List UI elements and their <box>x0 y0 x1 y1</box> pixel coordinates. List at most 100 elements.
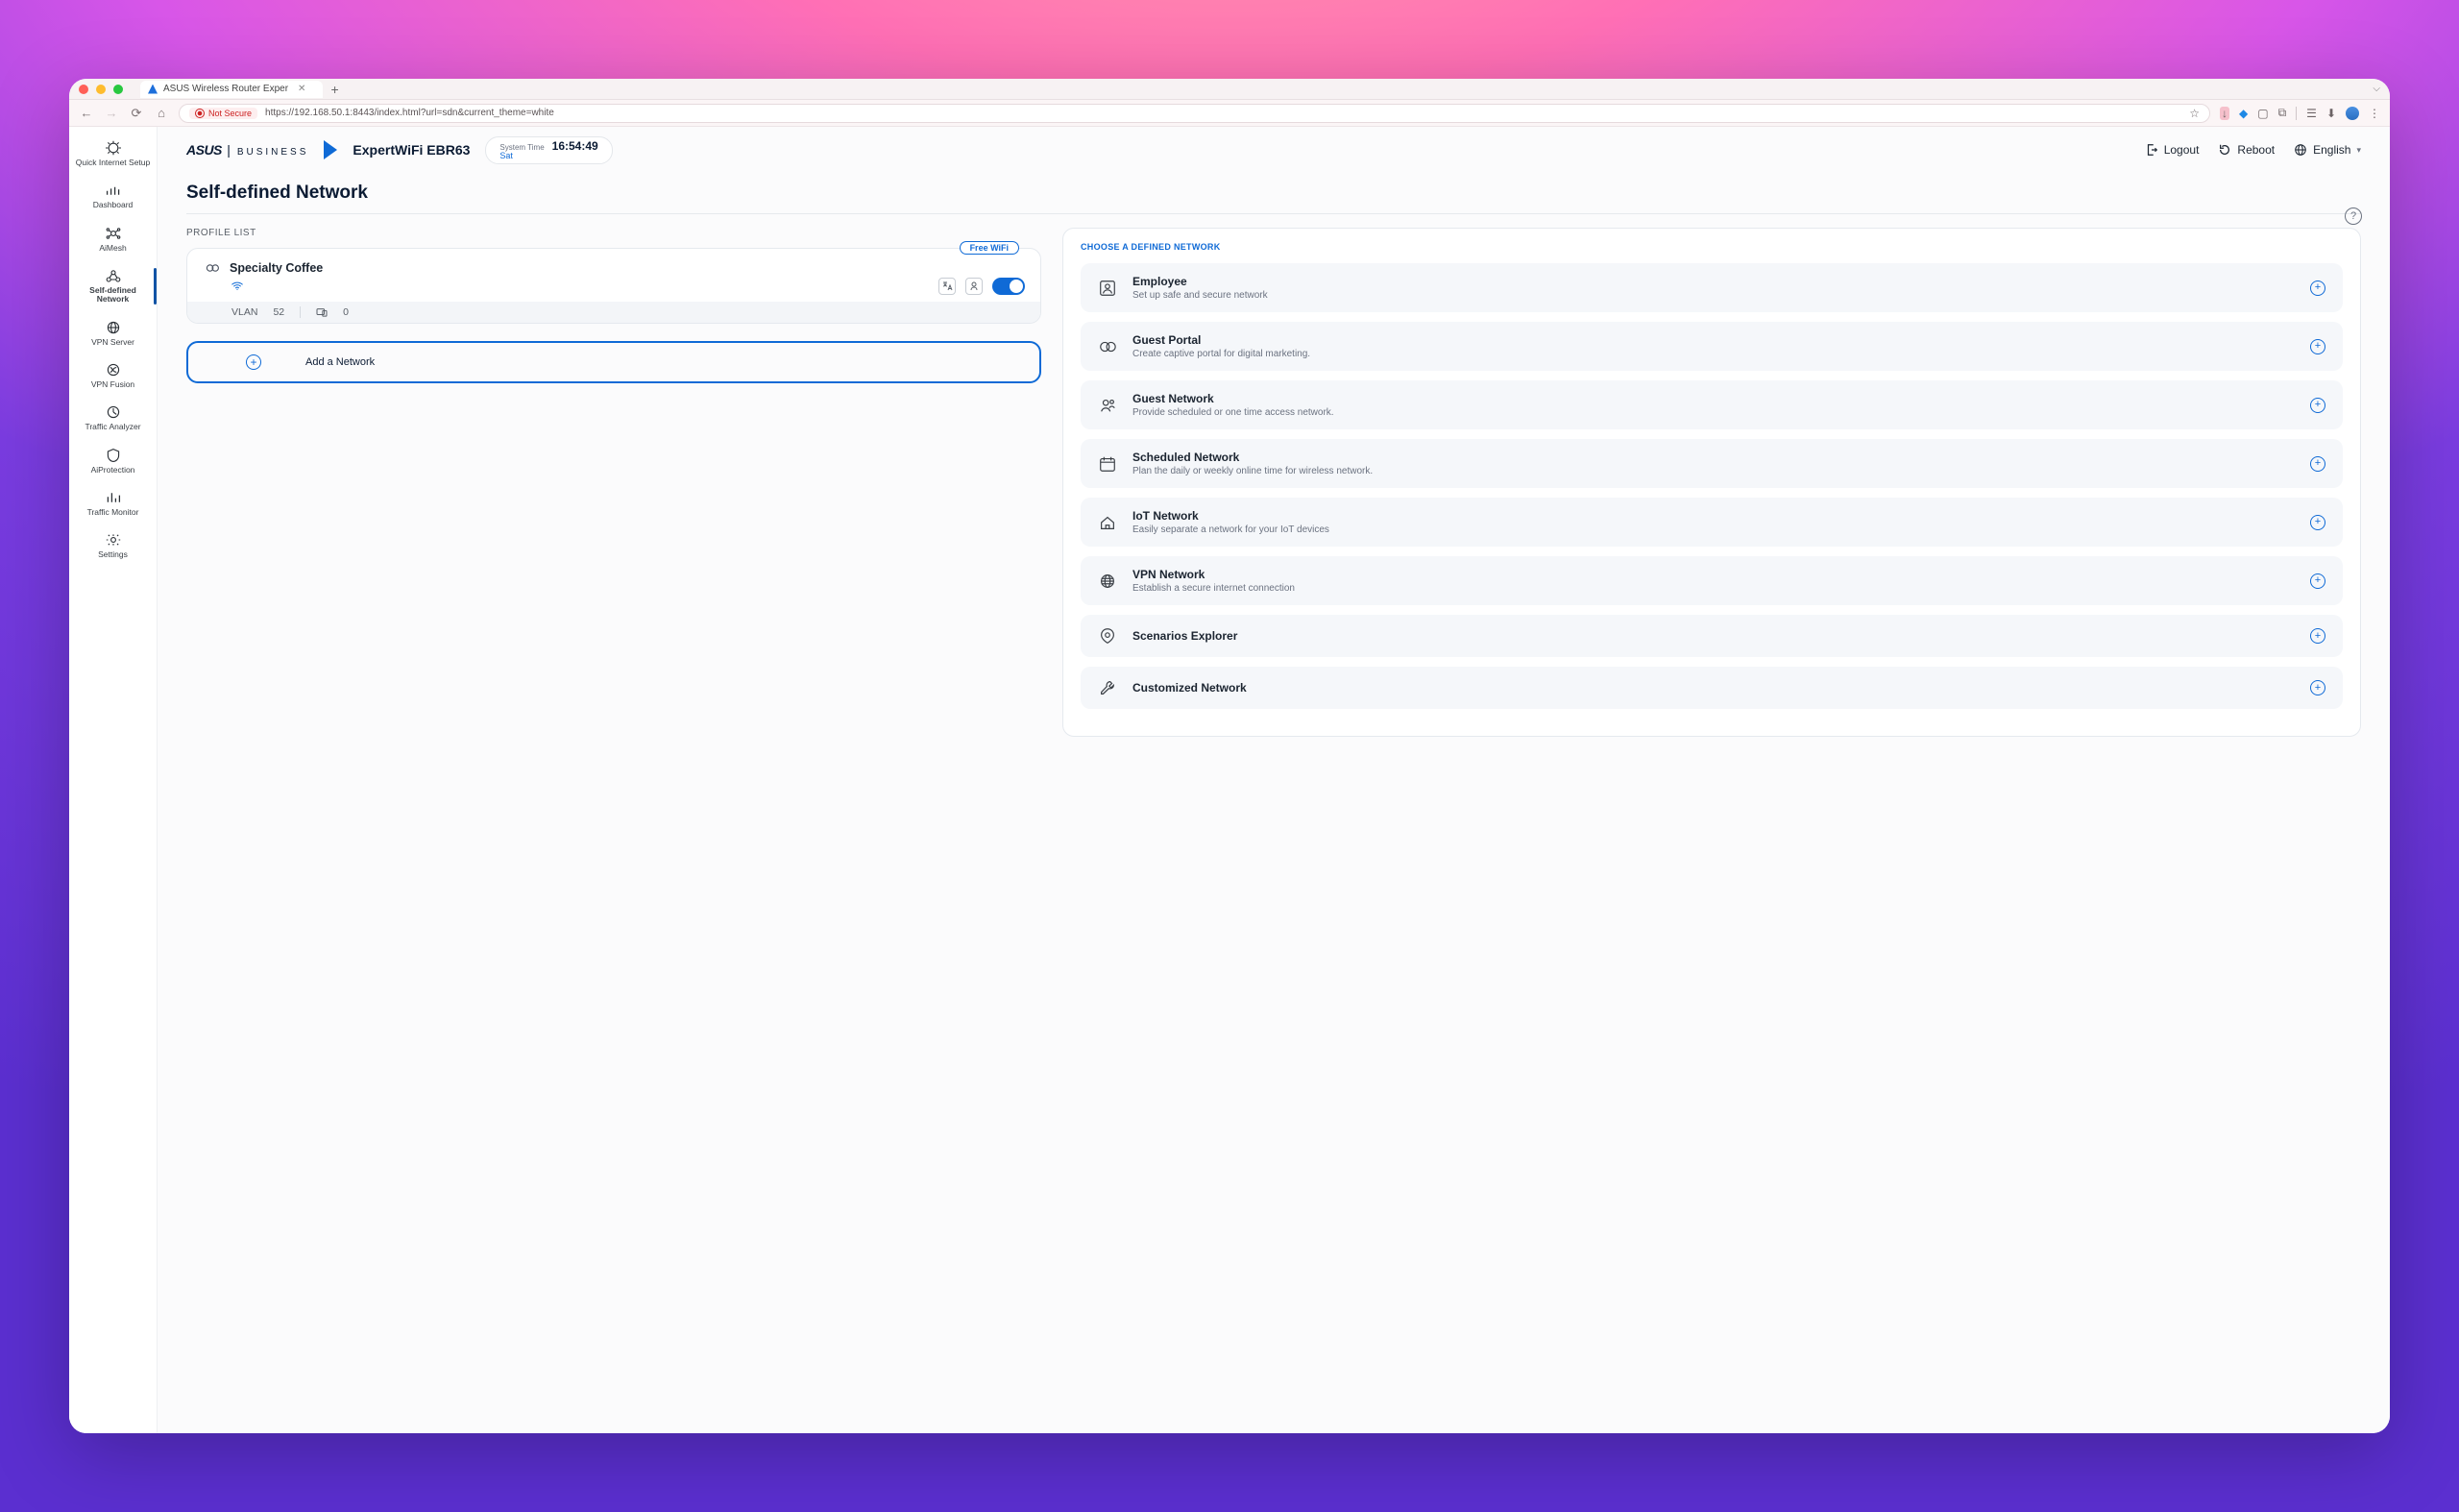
guest-portal-icon <box>1098 337 1117 356</box>
sidebar-item-label: Traffic Analyzer <box>85 423 140 431</box>
language-select[interactable]: English ▾ <box>2294 143 2361 157</box>
sidebar-item-label: Traffic Monitor <box>87 508 139 517</box>
new-tab-button[interactable]: + <box>330 83 338 96</box>
nav-reload-button[interactable]: ⟳ <box>129 106 144 121</box>
self-defined-network-icon <box>104 268 123 283</box>
sidebar-item-label: VPN Fusion <box>91 380 134 389</box>
profile-toggle[interactable] <box>992 278 1025 295</box>
brand-logo: ASUS | BUSINESS <box>186 142 308 158</box>
systime-day: Sat <box>499 152 544 160</box>
sidebar-item-label: Settings <box>98 550 128 559</box>
scenarios-icon <box>1098 626 1117 646</box>
nt-desc: Provide scheduled or one time access net… <box>1132 407 2295 418</box>
sidebar-item-self-defined-network[interactable]: Self-defined Network <box>69 260 157 312</box>
extensions-menu-icon[interactable]: ⧉ <box>2278 106 2287 120</box>
extension-icon[interactable]: ◆ <box>2239 107 2248 120</box>
wifi-icon <box>231 281 243 290</box>
not-secure-badge[interactable]: Not Secure <box>189 108 257 119</box>
vpn-fusion-icon <box>104 362 123 378</box>
settings-icon <box>104 532 123 548</box>
sidebar-item-quick-internet-setup[interactable]: Quick Internet Setup <box>69 133 157 175</box>
sidebar-item-label: AiMesh <box>99 244 126 253</box>
add-icon[interactable]: + <box>2310 628 2325 644</box>
plus-icon: + <box>246 354 261 370</box>
sidebar-item-traffic-analyzer[interactable]: Traffic Analyzer <box>69 397 157 439</box>
app-root: Quick Internet Setup Dashboard AiMesh Se… <box>69 127 2390 1433</box>
profile-avatar[interactable] <box>2346 107 2359 120</box>
logout-button[interactable]: Logout <box>2145 143 2200 157</box>
add-icon[interactable]: + <box>2310 398 2325 413</box>
add-network-button[interactable]: + Add a Network <box>186 341 1041 383</box>
network-type-scenarios-explorer[interactable]: Scenarios Explorer + <box>1081 615 2343 657</box>
add-icon[interactable]: + <box>2310 456 2325 472</box>
network-type-vpn-network[interactable]: VPN NetworkEstablish a secure internet c… <box>1081 556 2343 605</box>
vpn-icon <box>1098 572 1117 591</box>
network-type-customized-network[interactable]: Customized Network + <box>1081 667 2343 709</box>
nt-desc: Create captive portal for digital market… <box>1132 349 2295 359</box>
schedule-icon[interactable] <box>965 278 983 295</box>
network-type-guest-network[interactable]: Guest NetworkProvide scheduled or one ti… <box>1081 380 2343 429</box>
network-type-guest-portal[interactable]: Guest PortalCreate captive portal for di… <box>1081 322 2343 371</box>
app-header: ASUS | BUSINESS ExpertWiFi EBR63 System … <box>158 127 2390 173</box>
browser-window: ASUS Wireless Router Exper ✕ + ⌵ ← → ⟳ ⌂… <box>69 79 2390 1433</box>
nav-back-button[interactable]: ← <box>79 106 94 120</box>
extension-icon[interactable]: ▢ <box>2257 107 2268 120</box>
window-minimize-button[interactable] <box>96 85 106 94</box>
sidebar-item-aimesh[interactable]: AiMesh <box>69 218 157 260</box>
browser-menu-icon[interactable]: ⋮ <box>2369 107 2380 120</box>
systime-clock: 16:54:49 <box>552 140 598 152</box>
divider <box>186 213 2361 214</box>
address-bar[interactable]: Not Secure https://192.168.50.1:8443/ind… <box>179 104 2210 123</box>
bookmark-star-icon[interactable]: ☆ <box>2189 107 2200 120</box>
window-maximize-button[interactable] <box>113 85 123 94</box>
translate-icon[interactable] <box>938 278 956 295</box>
network-type-iot-network[interactable]: IoT NetworkEasily separate a network for… <box>1081 498 2343 547</box>
profile-card[interactable]: Free WiFi Specialty Coffee <box>186 248 1041 324</box>
chevron-down-icon: ▾ <box>2356 145 2361 156</box>
sidebar-item-settings[interactable]: Settings <box>69 524 157 567</box>
window-close-button[interactable] <box>79 85 88 94</box>
tab-close-icon[interactable]: ✕ <box>298 84 305 94</box>
model-name: ExpertWiFi EBR63 <box>353 142 470 158</box>
reading-list-icon[interactable]: ☰ <box>2306 107 2317 120</box>
browser-tabstrip: ASUS Wireless Router Exper ✕ + ⌵ <box>69 79 2390 100</box>
page-content: Self-defined Network PROFILE LIST Free W… <box>158 173 2390 1433</box>
downloads-icon[interactable]: ⬇ <box>2326 107 2336 120</box>
sidebar-item-label: Dashboard <box>93 201 134 209</box>
page-title: Self-defined Network <box>186 183 2361 204</box>
sidebar-item-vpn-server[interactable]: VPN Server <box>69 312 157 354</box>
help-icon[interactable]: ? <box>2345 207 2362 225</box>
nt-title: VPN Network <box>1132 568 2295 581</box>
sidebar-item-traffic-monitor[interactable]: Traffic Monitor <box>69 482 157 524</box>
traffic-analyzer-icon <box>104 404 123 420</box>
add-icon[interactable]: + <box>2310 515 2325 530</box>
network-type-scheduled-network[interactable]: Scheduled NetworkPlan the daily or weekl… <box>1081 439 2343 488</box>
extension-icon[interactable]: ↓ <box>2220 107 2229 120</box>
network-type-employee[interactable]: EmployeeSet up safe and secure network + <box>1081 263 2343 312</box>
free-wifi-badge: Free WiFi <box>960 241 1019 255</box>
add-icon[interactable]: + <box>2310 573 2325 589</box>
extension-icons: ↓ ◆ ▢ ⧉ ☰ ⬇ ⋮ <box>2220 106 2380 120</box>
profile-list-label: PROFILE LIST <box>186 228 1041 238</box>
system-time-box: System Time Sat 16:54:49 <box>485 136 612 164</box>
traffic-monitor-icon <box>104 490 123 505</box>
add-network-label: Add a Network <box>305 356 375 368</box>
aiprotection-icon <box>104 448 123 463</box>
add-icon[interactable]: + <box>2310 339 2325 354</box>
vpn-server-icon <box>104 320 123 335</box>
choose-network-label: CHOOSE A DEFINED NETWORK <box>1081 242 2343 252</box>
sidebar-item-vpn-fusion[interactable]: VPN Fusion <box>69 354 157 397</box>
add-icon[interactable]: + <box>2310 280 2325 296</box>
nav-forward-button[interactable]: → <box>104 106 119 120</box>
reboot-button[interactable]: Reboot <box>2218 143 2275 157</box>
browser-tab[interactable]: ASUS Wireless Router Exper ✕ <box>140 81 323 98</box>
sidebar-item-aiprotection[interactable]: AiProtection <box>69 440 157 482</box>
sidebar-item-label: Quick Internet Setup <box>76 159 151 167</box>
tabs-collapse-icon[interactable]: ⌵ <box>2373 84 2380 94</box>
nav-home-button[interactable]: ⌂ <box>154 106 169 120</box>
profile-list-column: PROFILE LIST Free WiFi Specialty Coffee <box>186 228 1041 737</box>
nt-title: Scenarios Explorer <box>1132 629 2295 643</box>
add-icon[interactable]: + <box>2310 680 2325 695</box>
sidebar-item-dashboard[interactable]: Dashboard <box>69 175 157 217</box>
devices-icon <box>316 307 328 317</box>
